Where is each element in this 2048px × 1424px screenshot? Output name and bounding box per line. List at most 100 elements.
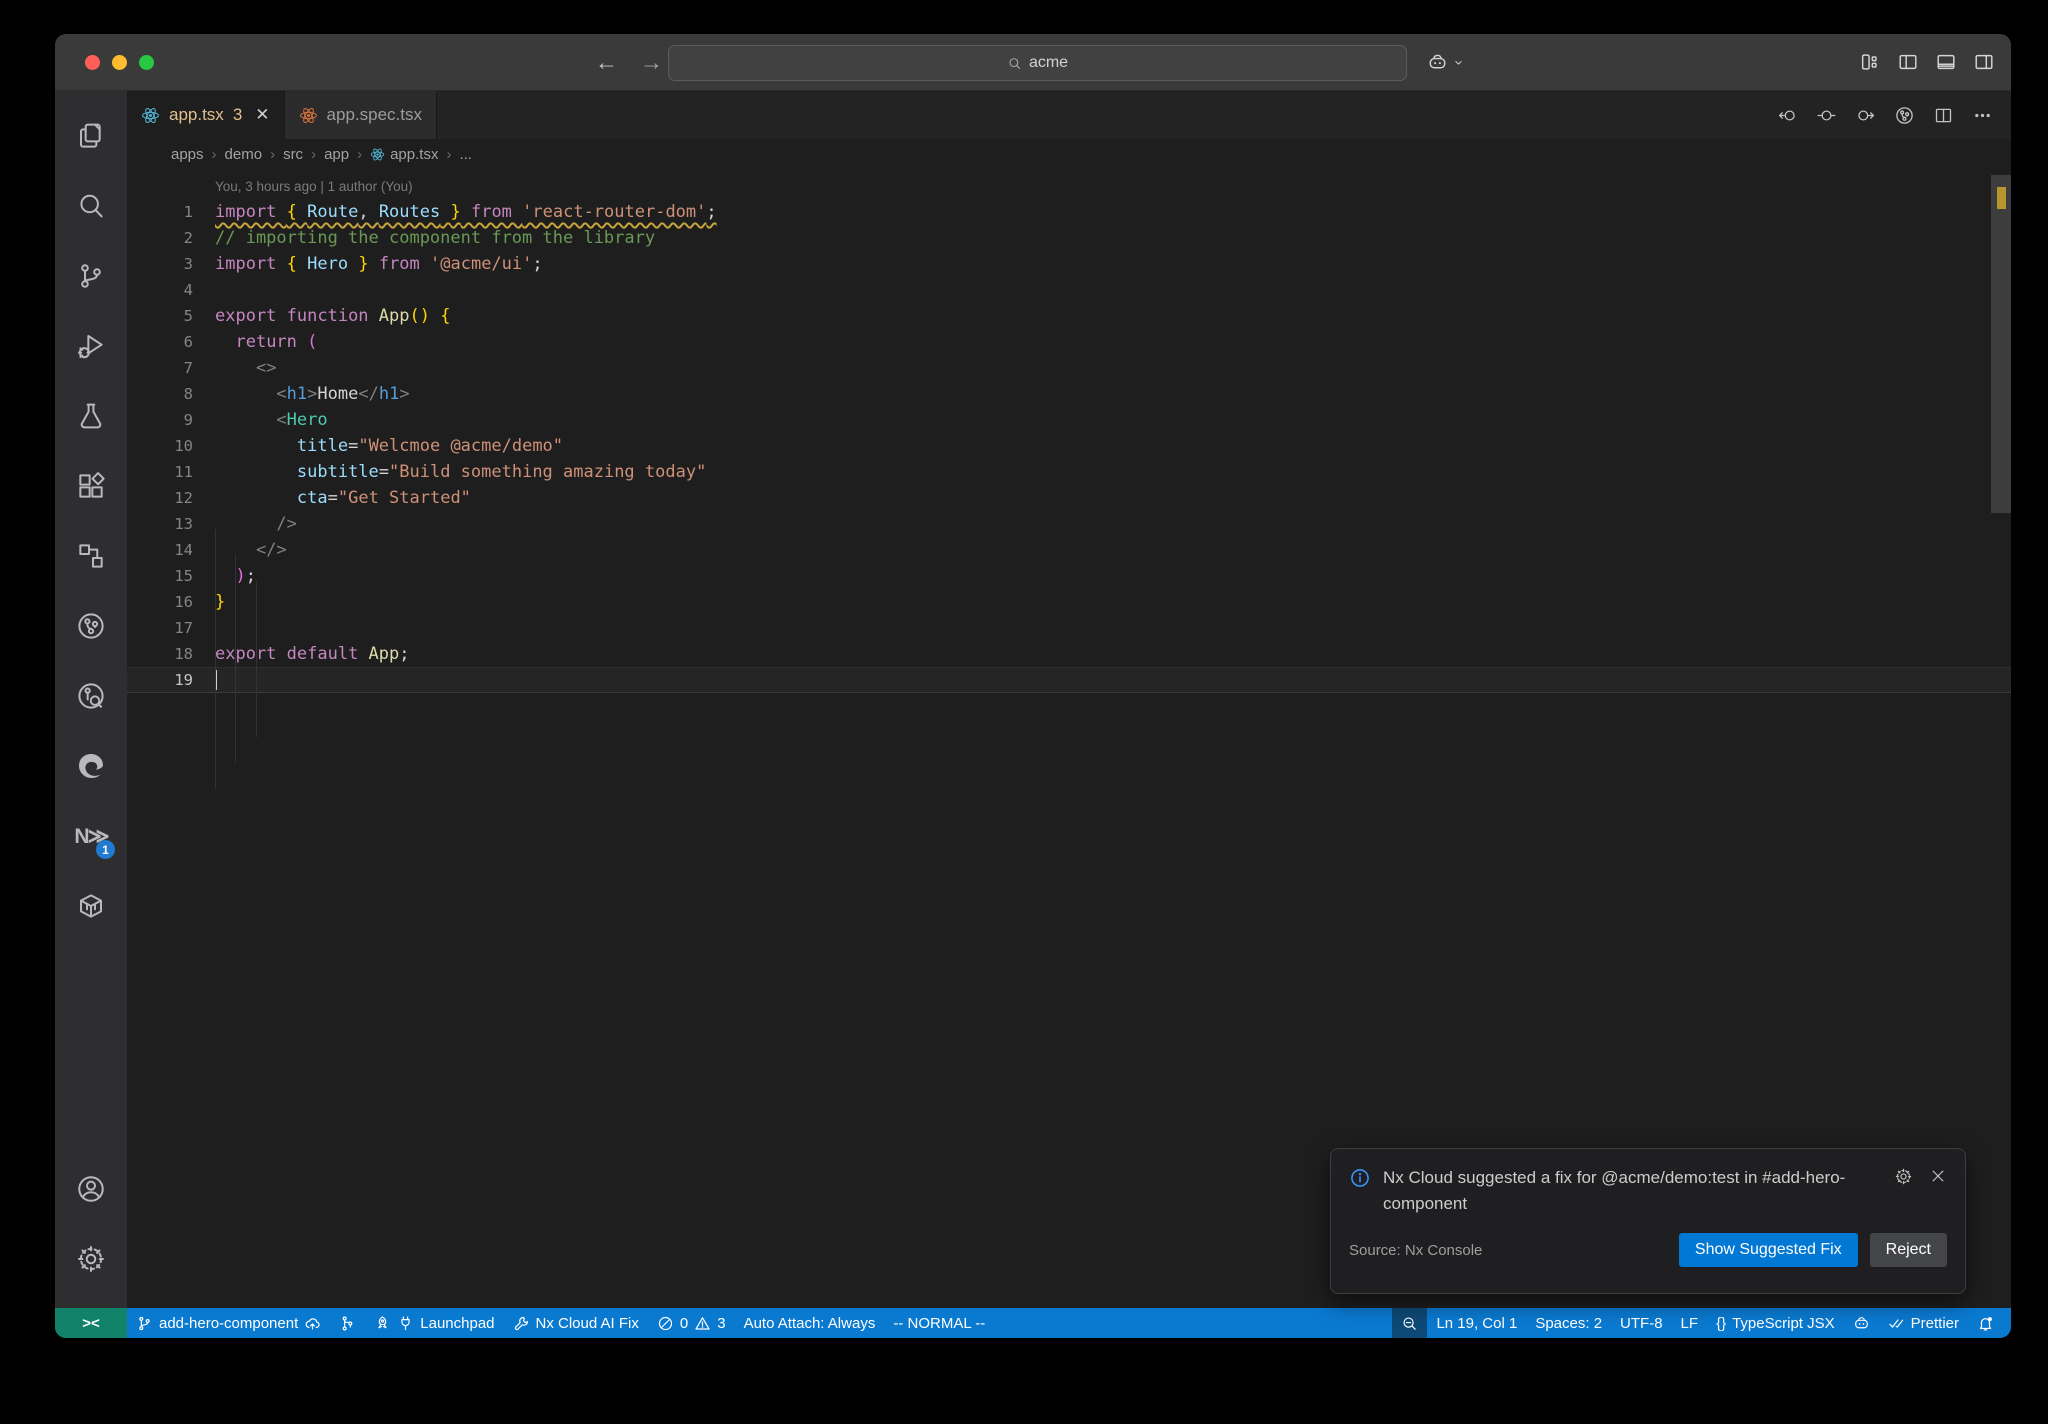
code-line-4[interactable]: 4 bbox=[127, 277, 2011, 303]
toggle-primary-sidebar-icon[interactable] bbox=[1897, 51, 1919, 73]
tab-app.tsx[interactable]: app.tsx 3 ✕ bbox=[127, 91, 285, 139]
line-number: 2 bbox=[183, 229, 193, 247]
activity-bar-item-testing[interactable] bbox=[55, 381, 127, 451]
status-bar-label: Prettier bbox=[1910, 1314, 1959, 1332]
code-text: } bbox=[215, 592, 226, 612]
code-line-16[interactable]: 16} bbox=[127, 589, 2011, 615]
activity-bar-item-package-explorer[interactable] bbox=[55, 871, 127, 941]
breadcrumb-item-demo[interactable]: demo bbox=[225, 146, 263, 163]
status-bar-item-indentation[interactable]: Spaces: 2 bbox=[1526, 1308, 1611, 1338]
code-line-7[interactable]: 7 <> bbox=[127, 355, 2011, 381]
copilot-icon bbox=[1853, 1315, 1870, 1332]
history-back-button[interactable]: ← bbox=[595, 49, 618, 76]
code-line-5[interactable]: 5 export function App() { bbox=[127, 303, 2011, 329]
commit-graph-circle-icon[interactable] bbox=[1894, 105, 1915, 126]
status-bar-item-eol[interactable]: LF bbox=[1672, 1308, 1708, 1338]
minimize-button[interactable] bbox=[112, 55, 127, 70]
code-line-9[interactable]: 9 <Hero bbox=[127, 407, 2011, 433]
activity-bar-item-gitlens-inspect[interactable] bbox=[55, 661, 127, 731]
customize-layout-icon[interactable] bbox=[1859, 51, 1881, 73]
activity-bar-item-run-and-debug[interactable] bbox=[55, 311, 127, 381]
code-editor[interactable]: You, 3 hours ago | 1 author (You) 1 impor… bbox=[127, 169, 2011, 1308]
toggle-secondary-sidebar-icon[interactable] bbox=[1973, 51, 1995, 73]
branch-icon bbox=[136, 1315, 153, 1332]
notification-settings-gear-icon[interactable] bbox=[1894, 1167, 1913, 1186]
code-line-2[interactable]: 2 // importing the component from the lib… bbox=[127, 225, 2011, 251]
code-line-19[interactable]: 19 bbox=[127, 667, 2011, 693]
rocket-icon bbox=[374, 1315, 391, 1332]
editor-scrollbar[interactable] bbox=[1991, 169, 2011, 1308]
code-line-6[interactable]: 6 return ( bbox=[127, 329, 2011, 355]
nav-circle-icon[interactable] bbox=[1816, 105, 1837, 126]
breadcrumb-separator: › bbox=[211, 145, 217, 163]
code-text: <h1>Home</h1> bbox=[276, 384, 410, 404]
split-editor-icon[interactable] bbox=[1933, 105, 1954, 126]
status-bar-label: 3 bbox=[717, 1314, 726, 1332]
status-bar-item-problems[interactable]: 03 bbox=[648, 1308, 735, 1338]
toggle-panel-icon[interactable] bbox=[1935, 51, 1957, 73]
breadcrumb-item-...[interactable]: ... bbox=[459, 146, 472, 163]
command-center-search[interactable]: acme bbox=[668, 45, 1407, 81]
code-line-3[interactable]: 3 import { Hero } from '@acme/ui'; bbox=[127, 251, 2011, 277]
code-line-8[interactable]: 8 <h1>Home</h1> bbox=[127, 381, 2011, 407]
status-bar-item-language-mode[interactable]: {} TypeScript JSX bbox=[1707, 1308, 1844, 1338]
status-bar-item-auto-attach[interactable]: Auto Attach: Always bbox=[735, 1308, 885, 1338]
status-bar-item-remote-indicator[interactable]: >< bbox=[55, 1308, 127, 1338]
code-line-12[interactable]: 12 cta="Get Started" bbox=[127, 485, 2011, 511]
history-forward-button[interactable]: → bbox=[640, 49, 663, 76]
status-bar-item-notifications-bell[interactable] bbox=[1968, 1308, 2003, 1338]
nav-forward-circle-icon[interactable] bbox=[1855, 105, 1876, 126]
status-bar-item-nx-cloud-ai-fix[interactable]: Nx Cloud AI Fix bbox=[504, 1308, 648, 1338]
close-button[interactable] bbox=[85, 55, 100, 70]
status-bar-item-vim-mode[interactable]: -- NORMAL -- bbox=[884, 1308, 994, 1338]
code-line-1[interactable]: 1 import { Route, Routes } from 'react-ro… bbox=[127, 199, 2011, 225]
code-text: return ( bbox=[235, 332, 318, 352]
code-line-17[interactable]: 17 bbox=[127, 615, 2011, 641]
activity-bar-item-search[interactable] bbox=[55, 171, 127, 241]
status-bar-item-zoom-indicator[interactable] bbox=[1392, 1308, 1428, 1338]
status-bar-label: Ln 19, Col 1 bbox=[1436, 1314, 1518, 1332]
tab-close-icon[interactable]: ✕ bbox=[255, 105, 269, 125]
activity-bar-item-accounts[interactable] bbox=[55, 1154, 127, 1224]
activity-bar-item-commit-graph[interactable] bbox=[55, 591, 127, 661]
status-bar-item-gitlens-launchpad[interactable]: Launchpad bbox=[365, 1308, 503, 1338]
tab-label: app.tsx bbox=[169, 105, 224, 124]
status-bar-item-prettier[interactable]: Prettier bbox=[1879, 1308, 1968, 1338]
status-bar-item-cursor-position[interactable]: Ln 19, Col 1 bbox=[1427, 1308, 1526, 1338]
breadcrumb-item-app[interactable]: app bbox=[324, 146, 349, 163]
code-line-11[interactable]: 11 subtitle="Build something amazing tod… bbox=[127, 459, 2011, 485]
line-number: 17 bbox=[174, 619, 193, 637]
indent-guide bbox=[235, 555, 236, 763]
activity-bar-item-hierarchy[interactable] bbox=[55, 521, 127, 591]
status-bar-item-commit-graph[interactable] bbox=[330, 1308, 365, 1338]
code-line-13[interactable]: 13 /> bbox=[127, 511, 2011, 537]
zoom-button[interactable] bbox=[139, 55, 154, 70]
nav-back-circle-icon[interactable] bbox=[1777, 105, 1798, 126]
activity-bar-item-nx-console[interactable]: N≫ 1 bbox=[55, 801, 127, 871]
code-line-10[interactable]: 10 title="Welcmoe @acme/demo" bbox=[127, 433, 2011, 459]
code-line-15[interactable]: 15 ); bbox=[127, 563, 2011, 589]
activity-bar-item-edge-browser[interactable] bbox=[55, 731, 127, 801]
scrollbar-thumb[interactable] bbox=[1991, 175, 2011, 513]
tab-app.spec.tsx[interactable]: app.spec.tsx bbox=[284, 91, 437, 139]
reject-button[interactable]: Reject bbox=[1869, 1233, 1947, 1267]
breadcrumb-item-apps[interactable]: apps bbox=[171, 146, 204, 163]
notification-close-icon[interactable] bbox=[1929, 1167, 1947, 1186]
breadcrumb-item-app.tsx[interactable]: app.tsx bbox=[370, 146, 438, 163]
code-line-18[interactable]: 18 export default App; bbox=[127, 641, 2011, 667]
more-actions-icon[interactable] bbox=[1972, 105, 1993, 126]
show-suggested-fix-button[interactable]: Show Suggested Fix bbox=[1678, 1233, 1858, 1267]
activity-bar-item-explorer[interactable] bbox=[55, 101, 127, 171]
copilot-menu[interactable] bbox=[1427, 34, 1465, 90]
breadcrumb-item-src[interactable]: src bbox=[283, 146, 303, 163]
status-bar-item-git-branch[interactable]: add-hero-component bbox=[127, 1308, 330, 1338]
status-bar-item-copilot-status[interactable] bbox=[1844, 1308, 1879, 1338]
activity-bar-item-settings[interactable] bbox=[55, 1224, 127, 1294]
code-line-14[interactable]: 14 </> bbox=[127, 537, 2011, 563]
activity-bar-item-source-control[interactable] bbox=[55, 241, 127, 311]
line-number: 19 bbox=[174, 671, 193, 689]
code-text: export function App() { bbox=[215, 306, 451, 326]
activity-bar-item-extensions[interactable] bbox=[55, 451, 127, 521]
breadcrumb-label: src bbox=[283, 145, 304, 163]
status-bar-item-encoding[interactable]: UTF-8 bbox=[1611, 1308, 1672, 1338]
